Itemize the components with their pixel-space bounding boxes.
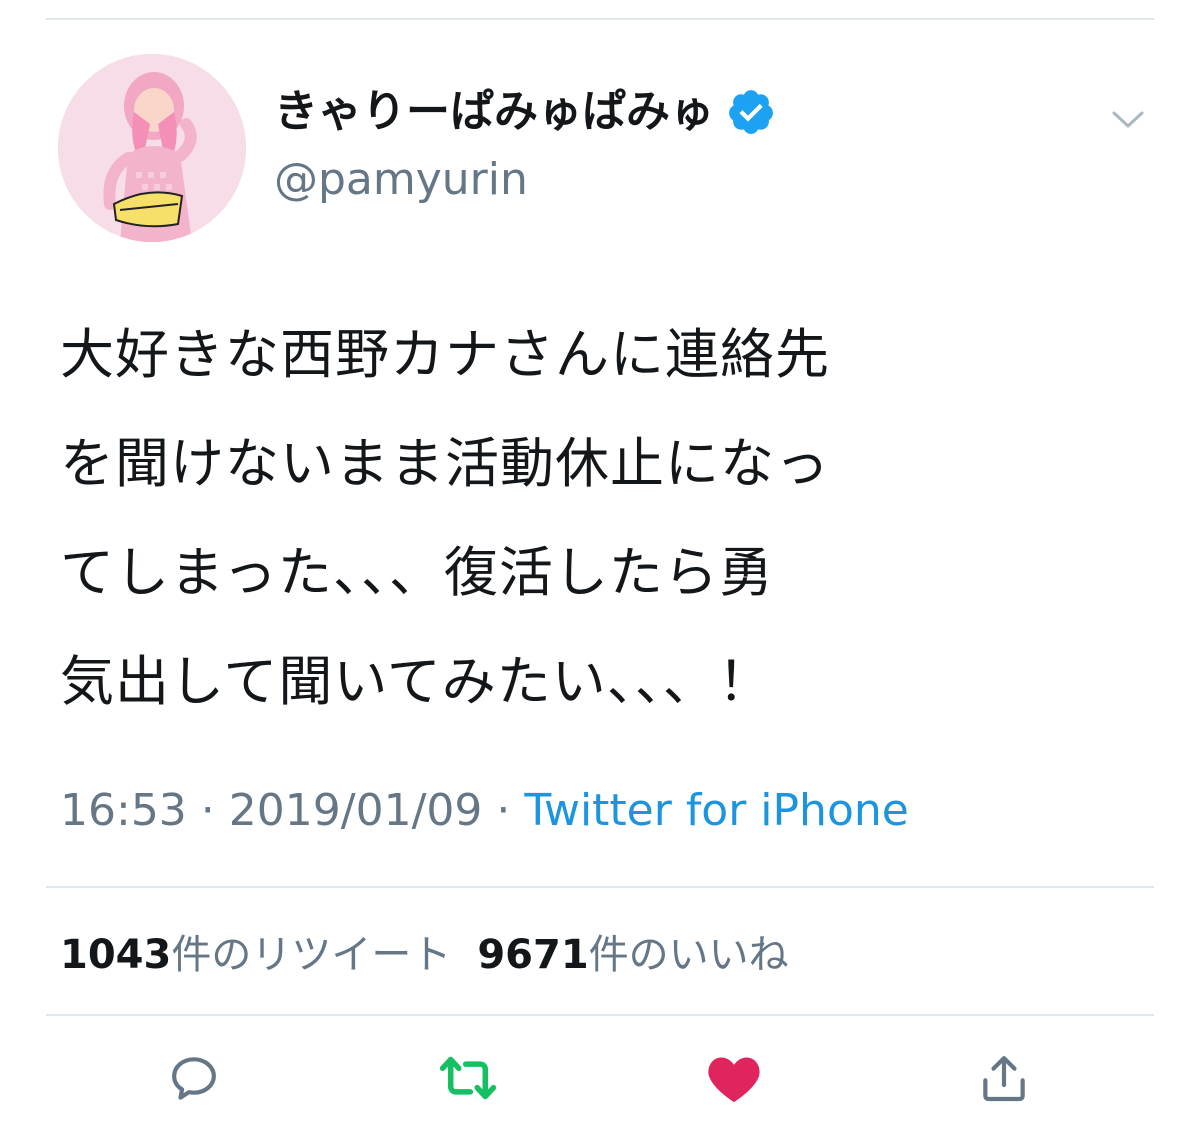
- tweet-header: きゃりーぱみゅぱみゅ @pamyurin: [58, 54, 1158, 244]
- avatar[interactable]: [58, 54, 246, 242]
- like-count: 9671: [477, 932, 589, 978]
- like-stat[interactable]: 9671件のいいね: [477, 932, 788, 978]
- retweet-count: 1043: [60, 932, 172, 978]
- reply-icon: [166, 1050, 222, 1110]
- retweet-button[interactable]: [428, 1040, 508, 1120]
- like-button[interactable]: [694, 1040, 774, 1120]
- tweet-source-link[interactable]: Twitter for iPhone: [524, 785, 908, 836]
- divider: [46, 886, 1154, 888]
- divider: [46, 1014, 1154, 1016]
- tweet-text-line: 大好きな西野カナさんに連絡先: [60, 323, 830, 386]
- reply-button[interactable]: [154, 1040, 234, 1120]
- retweet-stat[interactable]: 1043件のリツイート: [60, 932, 451, 978]
- author-block: きゃりーぱみゅぱみゅ @pamyurin: [274, 82, 776, 210]
- author-display-name[interactable]: きゃりーぱみゅぱみゅ: [274, 82, 714, 142]
- tweet-stats: 1043件のリツイート 9671件のいいね: [60, 922, 789, 988]
- tweet-text-line: 気出して聞いてみたい、、、！: [60, 650, 773, 713]
- tweet-text-line: を聞けないまま活動休止になっ: [60, 432, 830, 495]
- tweet-text-line: てしまった、、、復活したら勇: [60, 541, 774, 604]
- tweet-meta: 16:53 · 2019/01/09 · Twitter for iPhone: [60, 778, 909, 844]
- tweet-text: 大好きな西野カナさんに連絡先 を聞けないまま活動休止になっ てしまった、、、復活…: [60, 300, 1150, 736]
- retweet-label: 件のリツイート: [171, 932, 452, 978]
- share-button[interactable]: [964, 1040, 1044, 1120]
- tweet-time: 16:53: [60, 785, 187, 836]
- meta-separator: ·: [186, 785, 229, 836]
- share-icon: [976, 1050, 1032, 1110]
- retweet-icon: [438, 1050, 498, 1110]
- top-divider: [46, 18, 1154, 20]
- tweet-actions: [0, 1040, 1200, 1120]
- author-handle[interactable]: @pamyurin: [274, 150, 776, 210]
- tweet-date: 2019/01/09: [228, 785, 483, 836]
- meta-separator: ·: [482, 785, 525, 836]
- chevron-down-icon[interactable]: [1110, 104, 1146, 134]
- like-label: 件のいいね: [588, 932, 789, 978]
- heart-icon: [705, 1051, 763, 1109]
- verified-badge-icon: [726, 87, 776, 137]
